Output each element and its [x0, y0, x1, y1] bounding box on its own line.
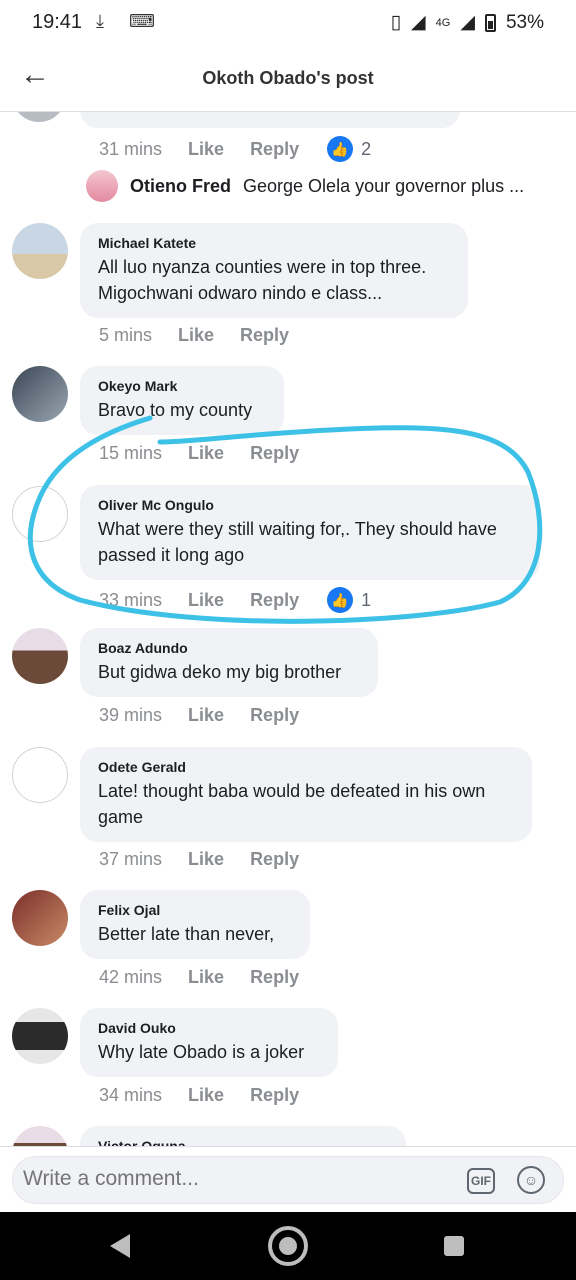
avatar[interactable]: [12, 112, 66, 122]
avatar[interactable]: [12, 747, 68, 803]
comment-text: Why late Obado is a joker: [98, 1042, 305, 1062]
like-button[interactable]: Like: [188, 705, 224, 726]
nav-back-icon[interactable]: [110, 1234, 130, 1258]
reply-preview[interactable]: Otieno Fred George Olela your governor p…: [86, 170, 524, 202]
comment-bubble[interactable]: Okeyo Mark Bravo to my county: [80, 366, 284, 435]
reply-button[interactable]: Reply: [250, 139, 299, 160]
nav-recents-icon[interactable]: [444, 1236, 464, 1256]
download-icon: ⤓ ⌨: [96, 11, 165, 31]
comment-bubble[interactable]: Oliver Mc Ongulo What were they still wa…: [80, 485, 540, 580]
reaction-count: 2: [361, 138, 372, 159]
comment-bubble[interactable]: Odete Gerald Late! thought baba would be…: [80, 747, 532, 842]
comment-bubble[interactable]: Michael Katete All luo nyanza counties w…: [80, 223, 468, 318]
comment-bubble-partial[interactable]: [80, 112, 460, 128]
thumbs-up-icon: 👍: [327, 136, 354, 162]
status-icons: ▯ ◢ 4G ◢ 53%: [391, 11, 544, 34]
battery-icon: [484, 13, 496, 32]
comment-input[interactable]: [23, 1167, 443, 1191]
like-button[interactable]: Like: [178, 325, 214, 346]
avatar[interactable]: [12, 1126, 68, 1146]
comment-meta: 34 mins Like Reply: [99, 1085, 299, 1106]
avatar[interactable]: [12, 366, 68, 422]
signal-icon: ◢: [411, 12, 426, 33]
page-title: Okoth Obado's post: [202, 68, 374, 88]
reply-snippet: George Olela your governor plus ...: [243, 175, 525, 196]
comment-time: 33 mins: [99, 589, 163, 610]
comment-bubble[interactable]: Victor Oguna: [80, 1126, 406, 1146]
comment-time: 31 mins: [99, 138, 163, 159]
comment-meta: 31 mins Like Reply 👍 2: [99, 136, 371, 162]
like-button[interactable]: Like: [188, 967, 224, 988]
comment-bubble[interactable]: Boaz Adundo But gidwa deko my big brothe…: [80, 628, 378, 697]
avatar[interactable]: [12, 628, 68, 684]
comment-text: But gidwa deko my big brother: [98, 662, 342, 682]
nav-home-icon[interactable]: [268, 1226, 308, 1266]
comment-text: Bravo to my county: [98, 400, 253, 420]
avatar[interactable]: [86, 170, 118, 202]
comment-bubble[interactable]: David Ouko Why late Obado is a joker: [80, 1008, 338, 1077]
reply-button[interactable]: Reply: [240, 325, 289, 346]
comments-feed[interactable]: 31 mins Like Reply 👍 2 Otieno Fred Georg…: [0, 112, 576, 1146]
like-button[interactable]: Like: [188, 139, 224, 160]
battery-level: 53%: [505, 11, 544, 33]
comment-author[interactable]: Okeyo Mark: [98, 378, 266, 394]
comment-meta: 15 mins Like Reply: [99, 443, 299, 464]
reaction-count: 1: [361, 589, 372, 610]
comment-author[interactable]: Odete Gerald: [98, 759, 514, 775]
reply-button[interactable]: Reply: [250, 849, 299, 870]
comment-input-box[interactable]: GIF ☺: [12, 1156, 564, 1204]
comment-time: 37 mins: [99, 849, 163, 869]
like-button[interactable]: Like: [188, 590, 224, 611]
reaction-summary[interactable]: 👍 2: [327, 136, 371, 162]
comment-time: 5 mins: [99, 325, 153, 345]
comment-author[interactable]: Oliver Mc Ongulo: [98, 497, 522, 513]
like-button[interactable]: Like: [188, 443, 224, 464]
comment-text: What were they still waiting for,. They …: [98, 519, 497, 565]
comment-meta: 33 mins Like Reply 👍 1: [99, 587, 371, 613]
comment-meta: 39 mins Like Reply: [99, 705, 299, 726]
comment-time: 15 mins: [99, 443, 163, 463]
comment-meta: 37 mins Like Reply: [99, 849, 299, 870]
reply-button[interactable]: Reply: [250, 967, 299, 988]
network-label: 4G: [435, 16, 451, 29]
comment-author[interactable]: Boaz Adundo: [98, 640, 360, 656]
status-bar: 19:41 ⤓ ⌨ ▯ ◢ 4G ◢ 53%: [0, 0, 576, 46]
comment-time: 34 mins: [99, 1085, 163, 1105]
avatar[interactable]: [12, 223, 68, 279]
like-button[interactable]: Like: [188, 849, 224, 870]
vibrate-icon: ▯: [390, 12, 402, 33]
avatar[interactable]: [12, 1008, 68, 1064]
reaction-summary[interactable]: 👍 1: [327, 587, 371, 613]
reply-author[interactable]: Otieno Fred: [130, 176, 231, 197]
comment-time: 39 mins: [99, 705, 163, 725]
reply-button[interactable]: Reply: [250, 705, 299, 726]
avatar[interactable]: [12, 890, 68, 946]
comment-meta: 42 mins Like Reply: [99, 967, 299, 988]
comment-text: Late! thought baba would be defeated in …: [98, 781, 486, 827]
comment-author[interactable]: David Ouko: [98, 1020, 320, 1036]
comment-composer: GIF ☺: [0, 1146, 576, 1212]
comment-text: Better late than never,: [98, 924, 275, 944]
app-header: ← Okoth Obado's post: [0, 46, 576, 112]
comment-author[interactable]: Michael Katete: [98, 235, 450, 251]
comment-bubble[interactable]: Felix Ojal Better late than never,: [80, 890, 310, 959]
system-nav-bar: [0, 1212, 576, 1280]
gif-icon[interactable]: GIF: [467, 1168, 495, 1194]
reply-button[interactable]: Reply: [250, 590, 299, 611]
comment-time: 42 mins: [99, 967, 163, 987]
status-time: 19:41: [32, 11, 83, 33]
reply-button[interactable]: Reply: [250, 443, 299, 464]
like-button[interactable]: Like: [188, 1085, 224, 1106]
comment-text: All luo nyanza counties were in top thre…: [98, 257, 427, 303]
avatar[interactable]: [12, 486, 68, 542]
comment-author[interactable]: Felix Ojal: [98, 902, 292, 918]
comment-meta: 5 mins Like Reply: [99, 325, 289, 346]
emoji-icon[interactable]: ☺: [517, 1166, 545, 1194]
signal-icon-2: ◢: [460, 12, 475, 33]
thumbs-up-icon: 👍: [327, 587, 354, 613]
reply-button[interactable]: Reply: [250, 1085, 299, 1106]
comment-author[interactable]: Victor Oguna: [98, 1138, 388, 1146]
